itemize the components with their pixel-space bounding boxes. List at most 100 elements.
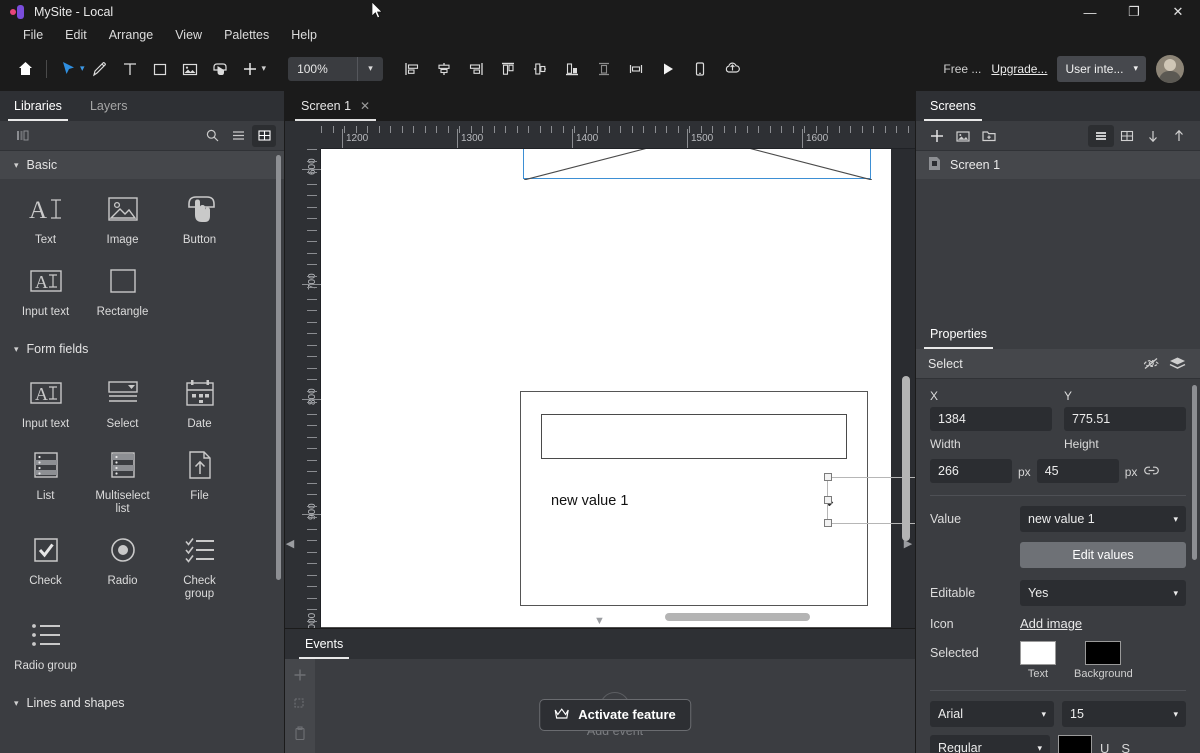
image-placeholder[interactable]	[523, 149, 872, 180]
selected-background-color-swatch[interactable]	[1085, 641, 1122, 665]
font-size-select[interactable]: 15 ▾	[1062, 701, 1186, 727]
properties-scrollbar[interactable]	[1192, 385, 1197, 560]
user-mode-select[interactable]: User inte... ▾	[1057, 55, 1146, 82]
library-item-file[interactable]: File	[154, 445, 231, 516]
strikethrough-icon[interactable]: S	[1121, 741, 1130, 753]
align-right-icon[interactable]	[461, 54, 491, 84]
form-input-field[interactable]	[541, 414, 847, 459]
add-image-link[interactable]: Add image	[1020, 616, 1082, 631]
library-item-list[interactable]: List	[0, 445, 77, 516]
add-icon[interactable]	[235, 54, 265, 84]
select-arrow-icon[interactable]	[53, 54, 83, 84]
edit-values-button[interactable]: Edit values	[1020, 542, 1186, 568]
list-view-icon[interactable]	[1088, 124, 1114, 147]
library-item-radio-group[interactable]: Radio group	[0, 615, 77, 673]
library-scroll-area[interactable]: ▾ Basic A Text Image Button A Input text…	[0, 151, 284, 753]
library-scrollbar[interactable]	[276, 155, 281, 580]
menu-file[interactable]: File	[12, 26, 54, 44]
minimize-button[interactable]: —	[1068, 0, 1112, 24]
width-field[interactable]: 266	[930, 459, 1012, 483]
canvas-horizontal-scrollbar[interactable]	[665, 613, 810, 621]
play-icon[interactable]	[653, 54, 683, 84]
zoom-control[interactable]: 100% ▾	[288, 56, 384, 81]
library-item-date[interactable]: Date	[154, 373, 231, 431]
close-button[interactable]: ✕	[1156, 0, 1200, 24]
move-down-icon[interactable]	[1140, 125, 1166, 147]
selection-handle-tl[interactable]	[824, 473, 832, 481]
add-image-screen-icon[interactable]	[950, 125, 976, 147]
library-palette-icon[interactable]	[10, 125, 34, 147]
copy-icon[interactable]	[292, 696, 308, 712]
tab-screens[interactable]: Screens	[916, 91, 990, 121]
align-bottom-icon[interactable]	[557, 54, 587, 84]
properties-scroll-area[interactable]: X 1384 Y 775.51 Width Height 266 px 45 p…	[916, 379, 1200, 753]
tab-properties[interactable]: Properties	[916, 319, 1001, 349]
link-icon[interactable]	[1143, 464, 1160, 483]
library-item-multiselect-list[interactable]: Multiselect list	[77, 445, 154, 516]
library-item-select[interactable]: Select	[77, 373, 154, 431]
button-icon[interactable]	[205, 54, 235, 84]
menu-help[interactable]: Help	[280, 26, 328, 44]
align-left-icon[interactable]	[397, 54, 427, 84]
menu-palettes[interactable]: Palettes	[213, 26, 280, 44]
add-screen-icon[interactable]	[924, 125, 950, 147]
library-item-radio[interactable]: Radio	[77, 530, 154, 601]
distribute-horizontal-icon[interactable]	[621, 54, 651, 84]
search-icon[interactable]	[200, 125, 224, 147]
selection-handle-ml[interactable]	[824, 496, 832, 504]
library-item-input-text[interactable]: A Input text	[0, 373, 77, 431]
add-icon[interactable]	[292, 667, 308, 683]
list-view-icon[interactable]	[226, 125, 250, 147]
upgrade-link[interactable]: Upgrade...	[991, 62, 1047, 76]
font-family-select[interactable]: Arial ▾	[930, 701, 1054, 727]
collapse-bottom-panel-icon[interactable]: ▼	[594, 615, 605, 627]
home-icon[interactable]	[10, 54, 40, 84]
paste-icon[interactable]	[292, 725, 308, 741]
collapse-left-panel-icon[interactable]: ◀	[285, 534, 295, 552]
activate-feature-button[interactable]: Activate feature	[539, 698, 691, 731]
document-tab-screen-1[interactable]: Screen 1 ✕	[291, 91, 380, 121]
canvas-vertical-scrollbar[interactable]	[902, 376, 910, 541]
library-section-basic[interactable]: ▾ Basic	[0, 151, 284, 179]
font-weight-select[interactable]: Regular ▾	[930, 735, 1050, 753]
image-icon[interactable]	[175, 54, 205, 84]
library-item-check-group[interactable]: Check group	[154, 530, 231, 601]
y-field[interactable]: 775.51	[1064, 407, 1186, 431]
tab-layers[interactable]: Layers	[76, 91, 142, 121]
zoom-chevron-down-icon[interactable]: ▾	[357, 56, 383, 81]
height-field[interactable]: 45	[1036, 459, 1119, 483]
avatar[interactable]	[1156, 54, 1184, 83]
mobile-preview-icon[interactable]	[685, 54, 715, 84]
select-tool-chevron-down-icon[interactable]: ▾	[80, 63, 85, 74]
editable-select[interactable]: Yes ▾	[1020, 580, 1186, 606]
value-select[interactable]: new value 1 ▾	[1020, 506, 1186, 532]
collapse-right-panel-icon[interactable]: ▶	[903, 534, 913, 552]
pen-icon[interactable]	[85, 54, 115, 84]
close-icon[interactable]: ✕	[360, 99, 370, 113]
layers-icon[interactable]	[1166, 354, 1188, 374]
maximize-button[interactable]: ❐	[1112, 0, 1156, 24]
select-element[interactable]: new value 1 ⌄	[541, 478, 847, 523]
menu-view[interactable]: View	[164, 26, 213, 44]
events-canvas[interactable]: Add event Activate feature	[315, 659, 915, 753]
tab-events[interactable]: Events	[291, 629, 357, 659]
x-field[interactable]: 1384	[930, 407, 1052, 431]
tab-libraries[interactable]: Libraries	[0, 91, 76, 121]
library-section-lines-and-shapes[interactable]: ▾ Lines and shapes	[0, 689, 284, 717]
font-color-swatch[interactable]	[1058, 735, 1092, 753]
grid-view-icon[interactable]	[1114, 125, 1140, 147]
menu-edit[interactable]: Edit	[54, 26, 98, 44]
cloud-upload-icon[interactable]	[717, 54, 747, 84]
selection-handle-bl[interactable]	[824, 519, 832, 527]
align-center-horizontal-icon[interactable]	[429, 54, 459, 84]
align-middle-icon[interactable]	[525, 54, 555, 84]
library-item-button[interactable]: Button	[154, 189, 231, 247]
library-item-text[interactable]: A Text	[0, 189, 77, 247]
text-icon[interactable]	[115, 54, 145, 84]
underline-icon[interactable]: U	[1100, 741, 1109, 753]
library-item-input-text-basic[interactable]: A Input text	[0, 261, 77, 319]
move-up-icon[interactable]	[1166, 125, 1192, 147]
horizontal-ruler[interactable]: 1200 1300 1400 1500 1600	[285, 121, 915, 149]
library-item-check[interactable]: Check	[0, 530, 77, 601]
grid-view-icon[interactable]	[252, 124, 276, 147]
